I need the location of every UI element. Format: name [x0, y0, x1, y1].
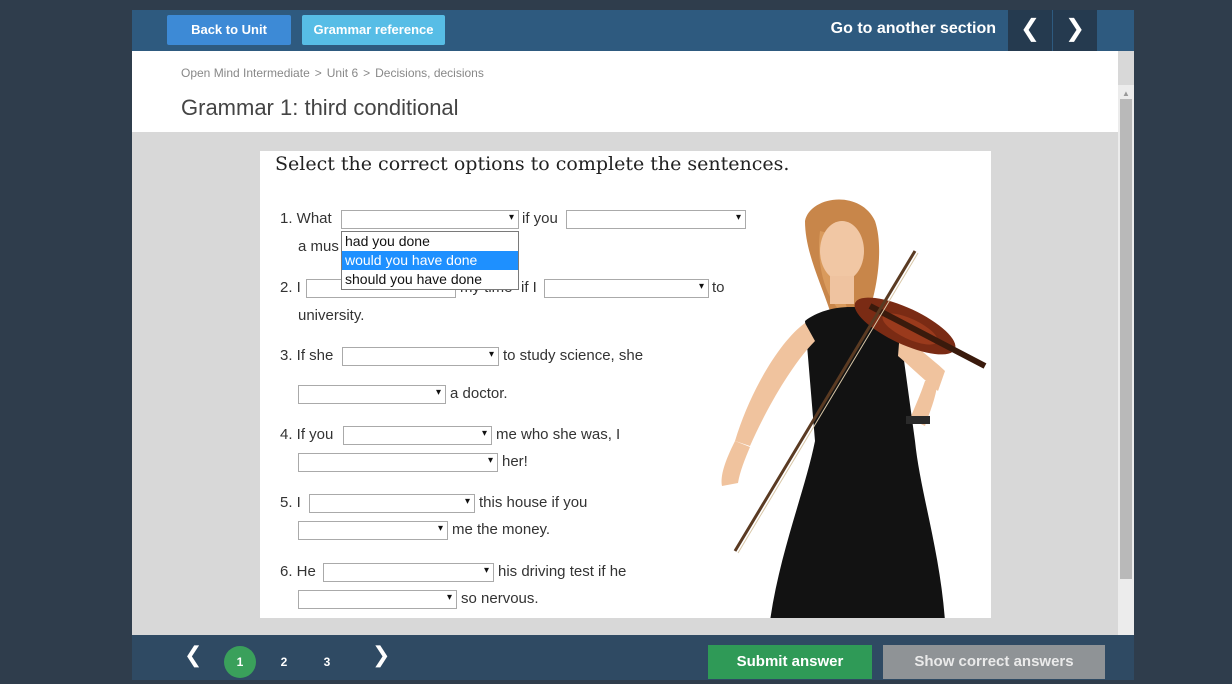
- prev-page-button[interactable]: ❮: [184, 642, 202, 668]
- dropdown-arrow-icon: ▾: [435, 387, 441, 398]
- breadcrumb-item: Decisions, decisions: [375, 66, 484, 80]
- page-button-1[interactable]: 1: [224, 646, 256, 678]
- dropdown-option[interactable]: should you have done: [342, 270, 518, 289]
- dropdown-option-highlighted[interactable]: would you have done: [342, 251, 518, 270]
- question-2-text: if I: [521, 279, 537, 296]
- page-button-3[interactable]: 3: [311, 646, 343, 678]
- scrollbar[interactable]: ▲: [1118, 85, 1134, 635]
- question-4-text: me who she was, I: [496, 426, 621, 443]
- q4-select-2[interactable]: ▾: [298, 453, 498, 472]
- top-bar: Back to Unit Grammar reference Go to ano…: [132, 10, 1134, 51]
- next-page-button[interactable]: ❯: [372, 642, 390, 668]
- q4-select-1[interactable]: ▾: [343, 426, 492, 445]
- page-button-2[interactable]: 2: [268, 646, 300, 678]
- show-correct-answers-button[interactable]: Show correct answers: [883, 645, 1105, 679]
- breadcrumb-separator: >: [363, 66, 371, 80]
- question-6-text: his driving test if he: [498, 563, 627, 580]
- dropdown-arrow-icon: ▾: [483, 565, 489, 576]
- question-2-text: 2. I: [280, 279, 301, 296]
- question-3-text: 3. If she: [280, 347, 334, 364]
- question-3-text: to study science, she: [503, 347, 644, 364]
- exercise-instruction: Select the correct options to complete t…: [275, 153, 790, 175]
- q1-dropdown-list[interactable]: had you done would you have done should …: [341, 231, 519, 290]
- dropdown-arrow-icon: ▾: [508, 212, 514, 223]
- prev-section-button[interactable]: ❮: [1008, 10, 1052, 51]
- app-frame: Back to Unit Grammar reference Go to ano…: [132, 10, 1134, 680]
- dropdown-arrow-icon: ▾: [698, 281, 704, 292]
- question-4-text: 4. If you: [280, 426, 334, 443]
- dropdown-arrow-icon: ▾: [464, 496, 470, 507]
- chevron-left-icon: ❮: [1019, 15, 1041, 42]
- dropdown-arrow-icon: ▾: [437, 523, 443, 534]
- q2-select-2[interactable]: ▾: [544, 279, 709, 298]
- chevron-right-icon: ❯: [372, 642, 391, 667]
- breadcrumb-separator: >: [314, 66, 322, 80]
- q1-select-1[interactable]: ▾: [341, 210, 519, 229]
- question-5-text: this house if you: [479, 494, 588, 511]
- question-3-text: a doctor.: [450, 385, 508, 402]
- go-to-section-label: Go to another section: [830, 20, 996, 37]
- scroll-thumb[interactable]: [1120, 99, 1132, 579]
- question-2-text: university.: [298, 307, 365, 324]
- q6-select-1[interactable]: ▾: [323, 563, 494, 582]
- violinist-photo: [721, 199, 987, 618]
- dropdown-arrow-icon: ▾: [487, 455, 493, 466]
- page-title: Grammar 1: third conditional: [181, 95, 459, 120]
- breadcrumb-item[interactable]: Open Mind Intermediate: [181, 66, 310, 80]
- breadcrumb: Open Mind Intermediate > Unit 6 > Decisions,…: [181, 66, 484, 80]
- chevron-right-icon: ❯: [1064, 15, 1086, 42]
- q3-select-1[interactable]: ▾: [342, 347, 499, 366]
- dropdown-arrow-icon: ▾: [481, 428, 487, 439]
- q3-select-2[interactable]: ▾: [298, 385, 446, 404]
- q6-select-2[interactable]: ▾: [298, 590, 457, 609]
- q5-select-2[interactable]: ▾: [298, 521, 448, 540]
- footer-bar: ❮ 1 2 3 ❯ Submit answer Show correct ans…: [132, 635, 1134, 680]
- next-section-button[interactable]: ❯: [1053, 10, 1097, 51]
- question-6-text: 6. He: [280, 563, 316, 580]
- dropdown-arrow-icon: ▾: [446, 592, 452, 603]
- grammar-reference-button[interactable]: Grammar reference: [302, 15, 445, 45]
- scroll-up-arrow-icon[interactable]: ▲: [1118, 89, 1134, 98]
- question-6-text: so nervous.: [461, 590, 539, 607]
- question-4-text: her!: [502, 453, 528, 470]
- breadcrumb-item[interactable]: Unit 6: [327, 66, 358, 80]
- question-5-text: me the money.: [452, 521, 551, 538]
- submit-answer-button[interactable]: Submit answer: [708, 645, 872, 679]
- page-header: Open Mind Intermediate > Unit 6 > Decisions,…: [132, 51, 1118, 132]
- exercise-card: Select the correct options to complete t…: [260, 151, 991, 618]
- question-1-text: a mus: [298, 238, 339, 255]
- question-1-text: 1. What: [280, 210, 332, 227]
- chevron-left-icon: ❮: [184, 642, 203, 667]
- dropdown-option[interactable]: had you done: [342, 232, 518, 251]
- q5-select-1[interactable]: ▾: [309, 494, 475, 513]
- question-5-text: 5. I: [280, 494, 301, 511]
- question-1-text: if you: [522, 210, 558, 227]
- back-to-unit-button[interactable]: Back to Unit: [167, 15, 291, 45]
- dropdown-arrow-icon: ▾: [488, 349, 494, 360]
